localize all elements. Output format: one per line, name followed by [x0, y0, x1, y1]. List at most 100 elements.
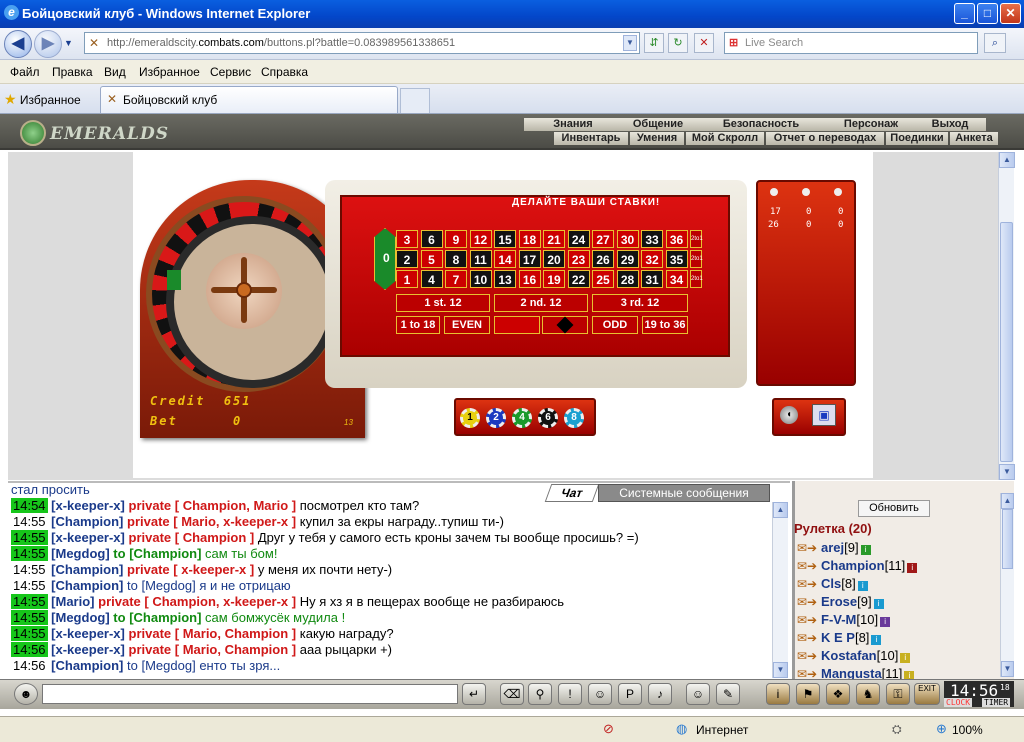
chat-nick[interactable]: [x-keeper-x] — [51, 498, 125, 513]
user-row[interactable]: ✉➔ Champion[11] i — [797, 558, 918, 574]
send-icon[interactable]: ↵ — [462, 683, 486, 705]
maximize-button[interactable]: □ — [977, 3, 998, 24]
exit-button[interactable]: EXIT — [914, 683, 940, 705]
number-cell-8[interactable]: 8 — [445, 250, 467, 268]
user-name[interactable]: Erose — [821, 594, 857, 609]
popup-blocked-icon[interactable]: ⊘ — [603, 721, 614, 737]
private-message-icon[interactable]: ✉➔ — [797, 612, 821, 628]
refresh-icon[interactable]: ↻ — [668, 33, 688, 53]
menu-edit[interactable]: Правка — [52, 65, 93, 79]
chat-target[interactable]: [Champion] — [129, 546, 201, 561]
tab-chat[interactable]: Чат — [544, 484, 600, 502]
menu-favorites[interactable]: Избранное — [139, 65, 200, 79]
number-cell-13[interactable]: 13 — [494, 270, 516, 288]
number-cell-3[interactable]: 3 — [396, 230, 418, 248]
scroll-icon[interactable]: ❖ — [826, 683, 850, 705]
user-info-icon[interactable]: i — [907, 563, 918, 573]
chat-scrollbar[interactable]: ▲ ▼ — [772, 502, 788, 678]
link-communication[interactable]: Общение — [622, 118, 694, 131]
chip-2[interactable]: 2 — [486, 408, 506, 428]
private-message-icon[interactable]: ✉➔ — [797, 630, 821, 646]
zoom-level[interactable]: 100% — [952, 723, 983, 737]
number-cell-24[interactable]: 24 — [567, 230, 590, 248]
user-row[interactable]: ✉➔ F-V-M[10] i — [797, 612, 891, 628]
number-cell-17[interactable]: 17 — [518, 250, 541, 268]
private-message-icon[interactable]: ✉➔ — [797, 576, 821, 592]
dozen-1[interactable]: 1 st. 12 — [396, 294, 490, 312]
link-knowledge[interactable]: Знания — [524, 118, 622, 131]
number-cell-1[interactable]: 1 — [396, 270, 418, 288]
user-name[interactable]: Kostafan — [821, 648, 877, 663]
chat-target[interactable]: [ Champion, Mario ] — [175, 498, 296, 513]
private-message-icon[interactable]: ✉➔ — [797, 594, 821, 610]
link-security[interactable]: Безопасность — [694, 118, 828, 131]
number-cell-30[interactable]: 30 — [616, 230, 639, 248]
dozen-3[interactable]: 3 rd. 12 — [592, 294, 688, 312]
pet-icon[interactable]: ♞ — [856, 683, 880, 705]
bet-19-to-36[interactable]: 19 to 36 — [642, 316, 688, 334]
history-dropdown-icon[interactable]: ▼ — [64, 38, 73, 48]
user-row[interactable]: ✉➔ Cls[8] i — [797, 576, 868, 592]
user-info-icon[interactable]: i — [873, 599, 884, 609]
chat-nick[interactable]: [x-keeper-x] — [51, 530, 125, 545]
number-cell-36[interactable]: 36 — [665, 230, 688, 248]
chip-8[interactable]: 8 — [564, 408, 584, 428]
user-info-icon[interactable]: i — [857, 581, 868, 591]
link-transfer-report[interactable]: Отчет о переводах — [766, 132, 884, 145]
user-name[interactable]: F-V-M — [821, 612, 856, 627]
number-cell-26[interactable]: 26 — [592, 250, 614, 268]
number-cell-35[interactable]: 35 — [665, 250, 688, 268]
chat-input[interactable] — [42, 684, 458, 704]
bet-odd[interactable]: ODD — [592, 316, 638, 334]
game-scrollbar[interactable]: ▲ ▼ — [998, 152, 1015, 480]
number-cell-18[interactable]: 18 — [518, 230, 541, 248]
number-cell-27[interactable]: 27 — [592, 230, 614, 248]
user-name[interactable]: Champion — [821, 558, 885, 573]
number-cell-4[interactable]: 4 — [420, 270, 443, 288]
number-cell-11[interactable]: 11 — [469, 250, 492, 268]
stop-icon[interactable]: ✕ — [694, 33, 714, 53]
user-row[interactable]: ✉➔ K E P[8] i — [797, 630, 882, 646]
chip-1[interactable]: 1 — [460, 408, 480, 428]
number-cell-5[interactable]: 5 — [420, 250, 443, 268]
chip-6[interactable]: 6 — [538, 408, 558, 428]
forward-button[interactable]: ▶ — [34, 30, 62, 58]
bet-red[interactable] — [494, 316, 540, 334]
bet-1-to-18[interactable]: 1 to 18 — [396, 316, 440, 334]
number-cell-14[interactable]: 14 — [494, 250, 516, 268]
users-scrollbar[interactable]: ▲ ▼ — [1000, 493, 1014, 677]
dozen-2[interactable]: 2 nd. 12 — [494, 294, 588, 312]
menu-file[interactable]: Файл — [10, 65, 40, 79]
column-bet-3[interactable]: 2to1 — [690, 270, 703, 288]
tab-system-messages[interactable]: Системные сообщения — [598, 484, 770, 502]
number-cell-6[interactable]: 6 — [420, 230, 443, 248]
chat-nick[interactable]: [Champion] — [51, 578, 123, 593]
sound-icon[interactable]: ♪ — [648, 683, 672, 705]
users-scroll-thumb[interactable] — [1002, 509, 1013, 569]
user-info-icon[interactable]: i — [871, 635, 882, 645]
computer-icon[interactable]: ▣ — [812, 404, 836, 426]
number-cell-21[interactable]: 21 — [543, 230, 565, 248]
link-battles[interactable]: Поединки — [886, 132, 948, 145]
search-input[interactable]: ⊞ Live Search — [724, 32, 978, 54]
number-cell-9[interactable]: 9 — [445, 230, 467, 248]
user-row[interactable]: ✉➔ Erose[9] i — [797, 594, 884, 610]
info-icon[interactable]: i — [766, 683, 790, 705]
chat-nick[interactable]: [Mario] — [51, 594, 94, 609]
private-message-icon[interactable]: ✉➔ — [797, 558, 821, 574]
chat-target[interactable]: [ Mario, Champion ] — [175, 626, 296, 641]
number-cell-12[interactable]: 12 — [469, 230, 492, 248]
user-name[interactable]: K E P — [821, 630, 855, 645]
chat-target[interactable]: [Megdog] — [141, 658, 195, 673]
minimize-button[interactable]: _ — [954, 3, 975, 24]
bet-black[interactable] — [542, 316, 588, 334]
number-cell-29[interactable]: 29 — [616, 250, 639, 268]
number-cell-25[interactable]: 25 — [592, 270, 614, 288]
number-cell-22[interactable]: 22 — [567, 270, 590, 288]
user-info-icon[interactable]: i — [860, 545, 871, 555]
number-cell-2[interactable]: 2 — [396, 250, 418, 268]
clan-icon[interactable]: ⚑ — [796, 683, 820, 705]
number-cell-19[interactable]: 19 — [543, 270, 565, 288]
chat-nick[interactable]: [x-keeper-x] — [51, 626, 125, 641]
translit-icon[interactable]: Р — [618, 683, 642, 705]
